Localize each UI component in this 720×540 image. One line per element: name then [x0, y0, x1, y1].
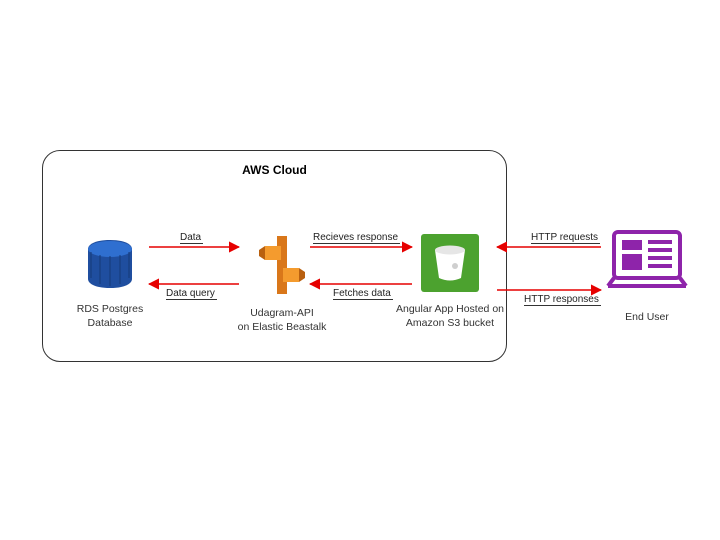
node-rds-caption: RDS Postgres Database — [70, 303, 150, 330]
node-rds-caption-l1: RDS Postgres — [77, 303, 144, 315]
rds-postgres-icon — [80, 234, 140, 294]
node-end-user: End User — [597, 226, 697, 325]
node-rds-caption-l2: Database — [88, 317, 133, 329]
laptop-icon — [600, 226, 694, 302]
label-http-responses: HTTP responses — [524, 294, 601, 306]
node-api-caption-l2: on Elastic Beastalk — [238, 321, 327, 333]
label-recieves-response: Recieves response — [313, 232, 400, 244]
node-s3: Angular App Hosted on Amazon S3 bucket — [390, 232, 510, 330]
diagram-stage: AWS Cloud RDS Postgres Database — [0, 0, 720, 540]
label-http-requests: HTTP requests — [531, 232, 600, 244]
node-api: Udagram-API on Elastic Beastalk — [232, 232, 332, 334]
node-api-caption-l1: Udagram-API — [250, 307, 314, 319]
s3-bucket-icon — [419, 232, 481, 294]
label-fetches-data: Fetches data — [333, 288, 393, 300]
node-s3-caption: Angular App Hosted on Amazon S3 bucket — [390, 303, 510, 330]
label-data: Data — [180, 232, 203, 244]
elastic-beanstalk-icon — [247, 232, 317, 298]
node-rds: RDS Postgres Database — [70, 234, 150, 330]
aws-cloud-title: AWS Cloud — [43, 163, 506, 177]
label-data-query: Data query — [166, 288, 217, 300]
node-end-user-caption-l1: End User — [625, 311, 669, 323]
node-s3-caption-l1: Angular App Hosted on — [396, 303, 504, 315]
node-end-user-caption: End User — [597, 311, 697, 325]
node-api-caption: Udagram-API on Elastic Beastalk — [232, 307, 332, 334]
node-s3-caption-l2: Amazon S3 bucket — [406, 317, 494, 329]
